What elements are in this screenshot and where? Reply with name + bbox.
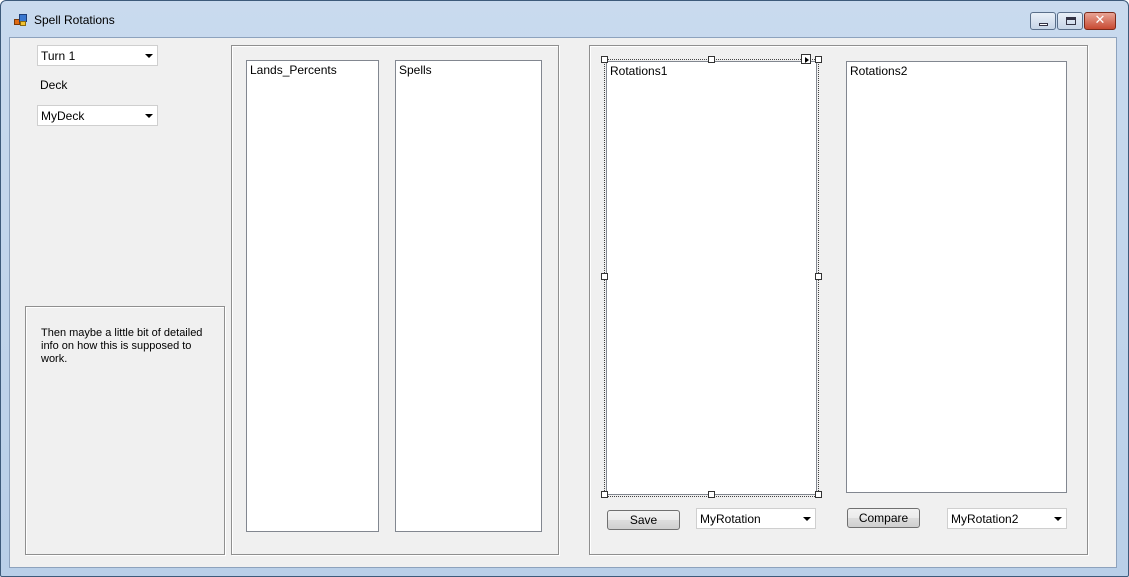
spells-listbox[interactable]: Spells: [395, 60, 542, 532]
lands-percents-listbox[interactable]: Lands_Percents: [246, 60, 379, 532]
minimize-icon: [1039, 23, 1048, 26]
rotation-select[interactable]: MyRotation: [696, 508, 816, 529]
list-item[interactable]: Spells: [399, 63, 432, 77]
chevron-down-icon: [1054, 517, 1062, 521]
rotations-groupbox: Rotations1 Rotations2 Save MyRotation Co…: [589, 45, 1088, 555]
close-button[interactable]: ✕: [1084, 12, 1116, 30]
app-window: Spell Rotations ✕ Turn 1 Deck MyDeck The…: [0, 0, 1129, 577]
close-icon: ✕: [1094, 13, 1106, 28]
rotation-select-value: MyRotation: [700, 512, 761, 526]
title-bar[interactable]: Spell Rotations ✕: [1, 1, 1128, 37]
maximize-button[interactable]: [1057, 12, 1083, 30]
chevron-down-icon: [803, 517, 811, 521]
resize-handle[interactable]: [601, 273, 608, 280]
caption-buttons: ✕: [1029, 12, 1116, 30]
list-item[interactable]: Lands_Percents: [250, 63, 337, 77]
deck-select-value: MyDeck: [41, 109, 85, 123]
resize-handle[interactable]: [815, 273, 822, 280]
save-button[interactable]: Save: [607, 510, 680, 530]
resize-handle[interactable]: [708, 491, 715, 498]
resize-handle[interactable]: [815, 491, 822, 498]
resize-handle[interactable]: [815, 56, 822, 63]
compare-button[interactable]: Compare: [847, 508, 920, 528]
window-title: Spell Rotations: [34, 13, 115, 27]
rotations2-listbox[interactable]: Rotations2: [846, 61, 1067, 493]
selection-outline: [604, 59, 819, 497]
resize-handle[interactable]: [708, 56, 715, 63]
deck-label: Deck: [40, 78, 68, 92]
smart-tag-icon[interactable]: [801, 54, 811, 64]
resize-handle[interactable]: [601, 491, 608, 498]
form-client-area: Turn 1 Deck MyDeck Then maybe a little b…: [9, 37, 1117, 568]
list-item[interactable]: Rotations2: [850, 64, 907, 78]
info-groupbox: Then maybe a little bit of detailed info…: [25, 306, 225, 555]
resize-handle[interactable]: [601, 56, 608, 63]
rotation2-select-value: MyRotation2: [951, 512, 1019, 526]
app-icon: [14, 14, 27, 27]
info-text: Then maybe a little bit of detailed info…: [41, 327, 203, 365]
turn-select-value: Turn 1: [41, 49, 76, 63]
chevron-down-icon: [145, 54, 153, 58]
maximize-icon: [1066, 17, 1076, 25]
chevron-down-icon: [145, 114, 153, 118]
minimize-button[interactable]: [1030, 12, 1056, 30]
turn-select[interactable]: Turn 1: [37, 45, 158, 66]
lists-groupbox: Lands_Percents Spells: [231, 45, 559, 555]
deck-select[interactable]: MyDeck: [37, 105, 158, 126]
rotation2-select[interactable]: MyRotation2: [947, 508, 1067, 529]
